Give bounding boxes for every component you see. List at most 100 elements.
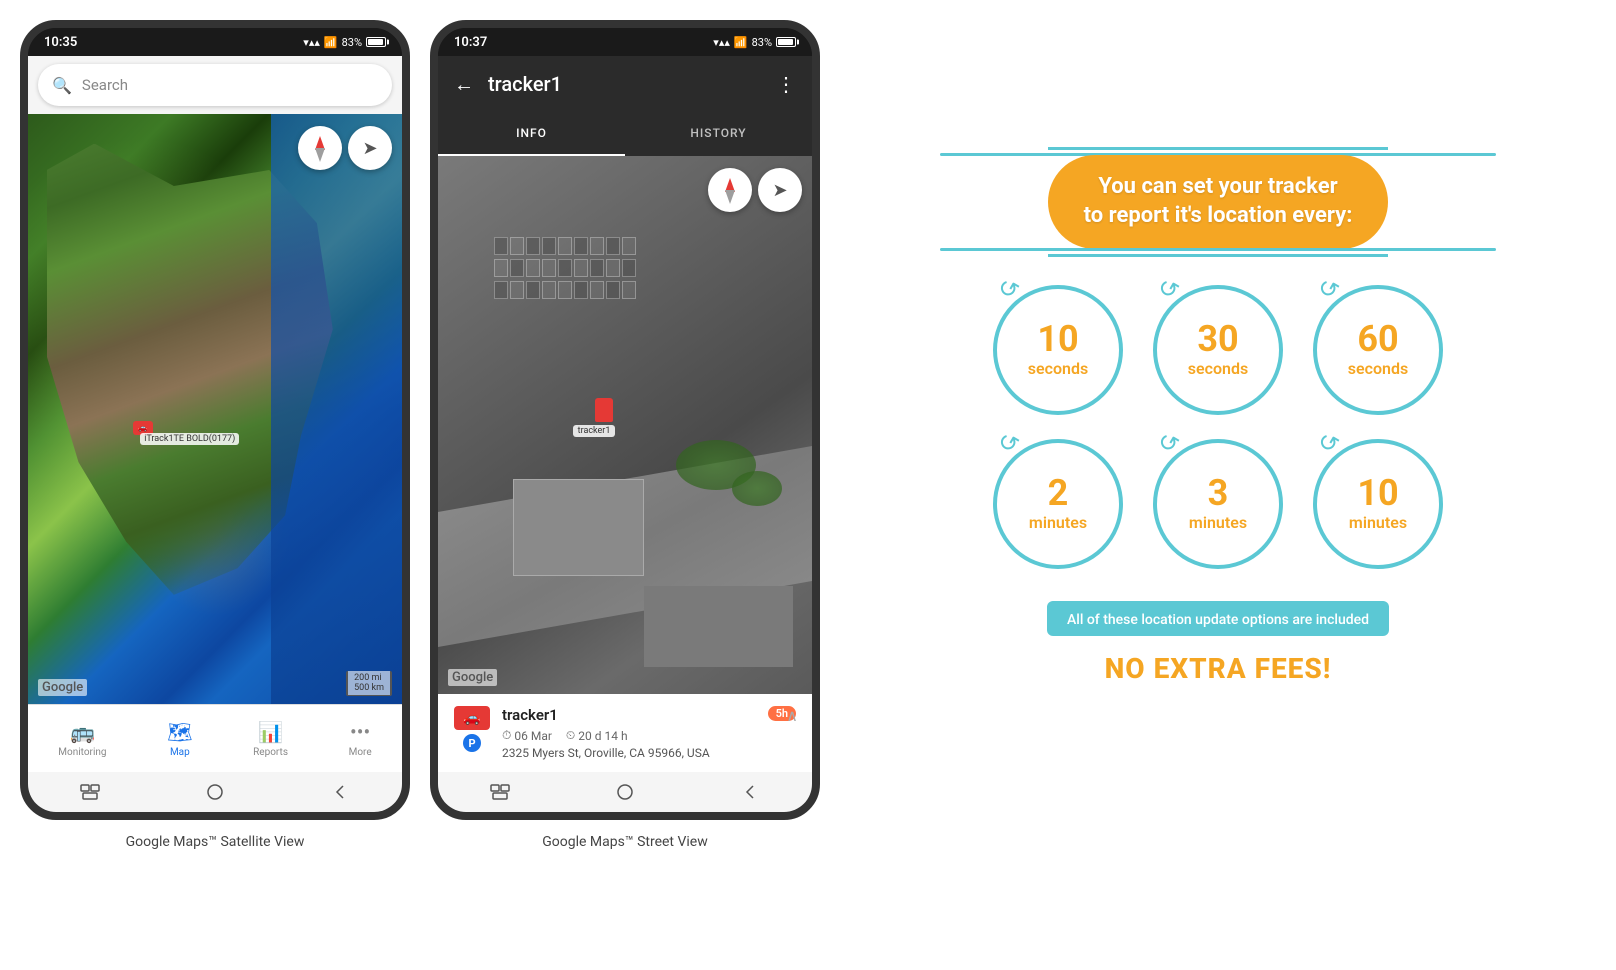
search-area: 🔍 Search: [28, 56, 402, 114]
back-button-header[interactable]: ←: [454, 72, 474, 97]
tracker-name-row: tracker1: [502, 706, 756, 724]
timer-icon: ⏲: [566, 728, 575, 743]
number-30s: 30: [1197, 321, 1238, 357]
bottom-nav-1: 🚌 Monitoring 🗺 Map 📊 Reports ••• More: [28, 704, 402, 772]
circle-3m: 3 minutes: [1153, 439, 1283, 569]
tracker-icons: 🚗 P: [454, 706, 490, 752]
building-2: [644, 586, 794, 667]
circle-30s: 30 seconds: [1153, 285, 1283, 415]
car-icon: 🚗: [454, 706, 490, 730]
phone1: 10:35 ▾▴▴ 📶 83% 🔍 Search: [20, 20, 410, 820]
intervals-grid: ↺ 10 seconds ↺ 30 seconds ↺ 60 seconds ↺: [993, 285, 1443, 569]
compass-button-2[interactable]: [708, 168, 752, 212]
number-3m: 3: [1208, 475, 1229, 511]
battery-pct-2: 83%: [752, 36, 772, 49]
app-header-2: ← tracker1 ⋮: [438, 56, 812, 112]
signal-icon-1: ▾▴▴: [303, 36, 320, 49]
unit-3m: minutes: [1189, 513, 1247, 532]
status-icons-1: ▾▴▴ 📶 83%: [303, 36, 386, 49]
battery-icon-1: [366, 37, 386, 47]
back-button-2[interactable]: [736, 778, 764, 806]
number-10m: 10: [1357, 475, 1398, 511]
google-watermark-1: Google: [38, 679, 87, 696]
tracker-name: tracker1: [502, 706, 558, 724]
tracker-card: 🚗 P tracker1 ⏱ 06 Mar ⏲: [438, 694, 812, 772]
home-button-2[interactable]: [611, 778, 639, 806]
car-label: iTrack1TE BOLD(0177): [140, 433, 239, 445]
phone2: 10:37 ▾▴▴ 📶 83% ← tracker1 ⋮ INFO HISTOR…: [430, 20, 820, 820]
circle-2m: 2 minutes: [993, 439, 1123, 569]
info-title: You can set your trackerto report it's l…: [1084, 173, 1353, 230]
arrow-icon-2: ➤: [772, 180, 787, 201]
wifi-icon-2: 📶: [734, 36, 748, 49]
interval-30s: ↺ 30 seconds: [1153, 285, 1283, 415]
number-10s: 10: [1037, 321, 1078, 357]
tracker-info: tracker1 ⏱ 06 Mar ⏲ 20 d 14 h 2325 Myers…: [502, 706, 756, 760]
menu-button[interactable]: ⋮: [776, 72, 796, 96]
tracker-address: 2325 Myers St, Oroville, CA 95966, USA: [502, 746, 756, 760]
interval-10m: ↺ 10 minutes: [1313, 439, 1443, 569]
phone2-wrapper: 10:37 ▾▴▴ 📶 83% ← tracker1 ⋮ INFO HISTOR…: [430, 20, 820, 850]
tab-info[interactable]: INFO: [438, 112, 625, 156]
nav-more-label: More: [349, 747, 372, 758]
battery-icon-2: [776, 37, 796, 47]
number-2m: 2: [1048, 475, 1069, 511]
tabs-bar: INFO HISTORY: [438, 112, 812, 156]
search-bar[interactable]: 🔍 Search: [38, 64, 392, 106]
circle-10m: 10 minutes: [1313, 439, 1443, 569]
tracker-duration: ⏲ 20 d 14 h: [566, 728, 628, 743]
satellite-map-area[interactable]: ➤ 🚗 iTrack1TE BOLD(0177) Google 200 mi50…: [28, 114, 402, 704]
clock-icon: ⏱: [502, 728, 511, 743]
location-arrow-button-2[interactable]: ➤: [758, 168, 802, 212]
header-title: tracker1: [488, 72, 762, 96]
unit-60s: seconds: [1348, 359, 1408, 378]
time-2: 10:37: [454, 35, 487, 50]
p-badge: P: [463, 734, 481, 752]
back-button-1[interactable]: [326, 778, 354, 806]
tab-history[interactable]: HISTORY: [625, 112, 812, 156]
aerial-car-label: tracker1: [573, 425, 616, 437]
phone2-caption: Google Maps™ Street View: [542, 834, 708, 850]
tracker-meta: ⏱ 06 Mar ⏲ 20 d 14 h: [502, 728, 756, 743]
nav-map[interactable]: 🗺 Map: [167, 720, 192, 758]
unit-30s: seconds: [1188, 359, 1248, 378]
aerial-map-area[interactable]: ➤ tracker1 Google: [438, 156, 812, 694]
tracker-date: ⏱ 06 Mar: [502, 728, 552, 743]
circle-60s: 60 seconds: [1313, 285, 1443, 415]
status-bar-2: 10:37 ▾▴▴ 📶 83%: [438, 28, 812, 56]
status-bar-1: 10:35 ▾▴▴ 📶 83%: [28, 28, 402, 56]
map-icon: 🗺: [167, 720, 192, 744]
home-button-1[interactable]: [201, 778, 229, 806]
time-1: 10:35: [44, 35, 77, 50]
unit-10s: seconds: [1028, 359, 1088, 378]
building-1: [513, 479, 644, 576]
interval-2m: ↺ 2 minutes: [993, 439, 1123, 569]
google-watermark-2: Google: [448, 669, 497, 686]
recents-button-1[interactable]: [76, 778, 104, 806]
trees-2: [732, 471, 782, 506]
aerial-car[interactable]: [595, 398, 613, 422]
interval-60s: ↺ 60 seconds: [1313, 285, 1443, 415]
nav-map-label: Map: [170, 747, 190, 758]
recents-button-2[interactable]: [486, 778, 514, 806]
status-icons-2: ▾▴▴ 📶 83%: [713, 36, 796, 49]
signal-icon-2: ▾▴▴: [713, 36, 730, 49]
battery-pct-1: 83%: [342, 36, 362, 49]
location-arrow-button[interactable]: ➤: [348, 126, 392, 170]
notice-text: All of these location update options are…: [1067, 612, 1369, 628]
unit-10m: minutes: [1349, 513, 1407, 532]
aerial-map: ➤ tracker1 Google: [438, 156, 812, 694]
compass-button[interactable]: [298, 126, 342, 170]
system-nav-2: [438, 772, 812, 812]
interval-10s: ↺ 10 seconds: [993, 285, 1123, 415]
tracker-card-header: 🚗 P tracker1 ⏱ 06 Mar ⏲: [454, 706, 796, 760]
circle-10s: 10 seconds: [993, 285, 1123, 415]
bottom-line: [940, 248, 1497, 251]
scroll-icon: ∧: [786, 706, 798, 725]
nav-reports[interactable]: 📊 Reports: [253, 720, 288, 758]
nav-monitoring[interactable]: 🚌 Monitoring: [58, 720, 106, 758]
tracker-right: ∧ 5h: [768, 706, 796, 721]
nav-monitoring-label: Monitoring: [58, 747, 106, 758]
search-input[interactable]: Search: [82, 76, 128, 94]
nav-more[interactable]: ••• More: [349, 720, 372, 758]
